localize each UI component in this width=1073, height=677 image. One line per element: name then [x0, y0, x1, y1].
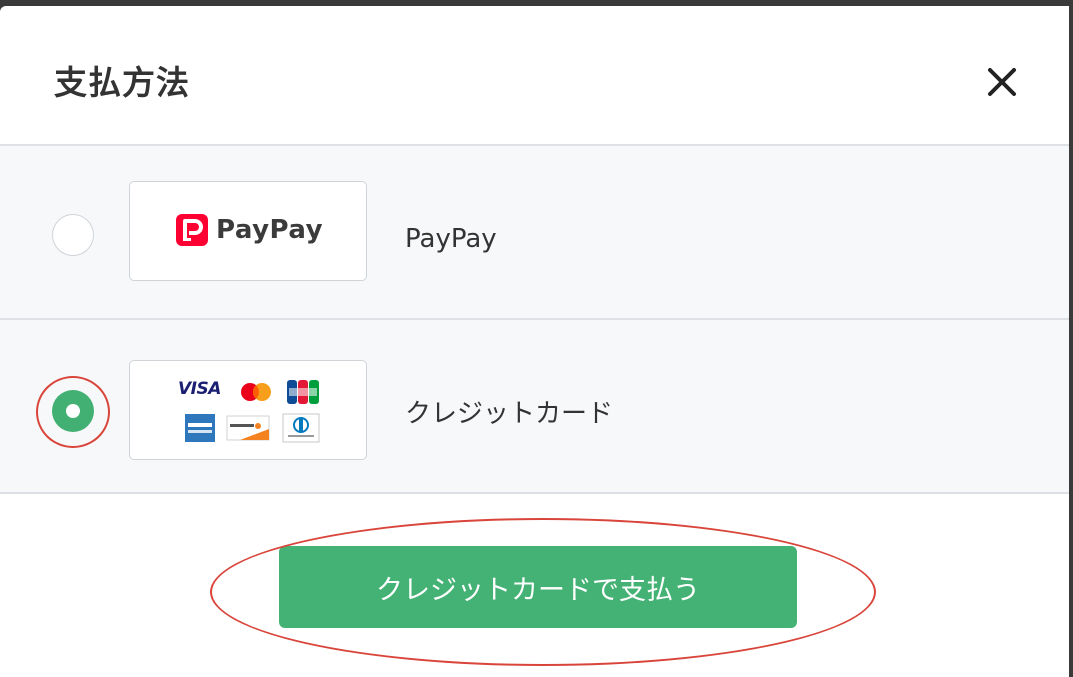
paypay-logo-text: PayPay — [216, 215, 324, 245]
option-label-credit-card: クレジットカード — [405, 399, 614, 429]
paypay-logo: PayPay — [174, 212, 323, 248]
paypay-logo-icon — [176, 214, 208, 246]
paypay-logo-box: PayPay — [129, 181, 367, 281]
card-logos-box: VISA — [129, 360, 367, 460]
payment-method-modal: 支払方法 PayPay PayPay VISA クレジットカード クレジットカー… — [0, 6, 1069, 677]
pay-with-credit-card-button[interactable]: クレジットカードで支払う — [279, 546, 797, 628]
payment-option-paypay[interactable]: PayPay PayPay — [0, 146, 1069, 320]
payment-option-credit-card[interactable]: VISA クレジットカード — [0, 320, 1069, 494]
close-button[interactable] — [982, 62, 1022, 102]
card-brand-logos: VISA — [178, 379, 328, 445]
amex-logo-icon — [185, 414, 215, 442]
close-icon — [988, 68, 1016, 96]
diners-club-logo-icon — [282, 413, 320, 443]
jcb-logo-icon — [287, 380, 319, 404]
discover-logo-icon — [226, 415, 270, 441]
radio-paypay[interactable] — [52, 214, 94, 256]
modal-header: 支払方法 — [0, 6, 1069, 146]
visa-logo: VISA — [178, 379, 221, 399]
mastercard-logo-icon — [241, 383, 271, 401]
option-label-paypay: PayPay — [405, 224, 497, 254]
modal-title: 支払方法 — [54, 63, 190, 102]
radio-selected-dot — [66, 404, 80, 418]
modal-footer: クレジットカードで支払う — [0, 494, 1069, 677]
radio-credit-card[interactable] — [52, 390, 94, 432]
